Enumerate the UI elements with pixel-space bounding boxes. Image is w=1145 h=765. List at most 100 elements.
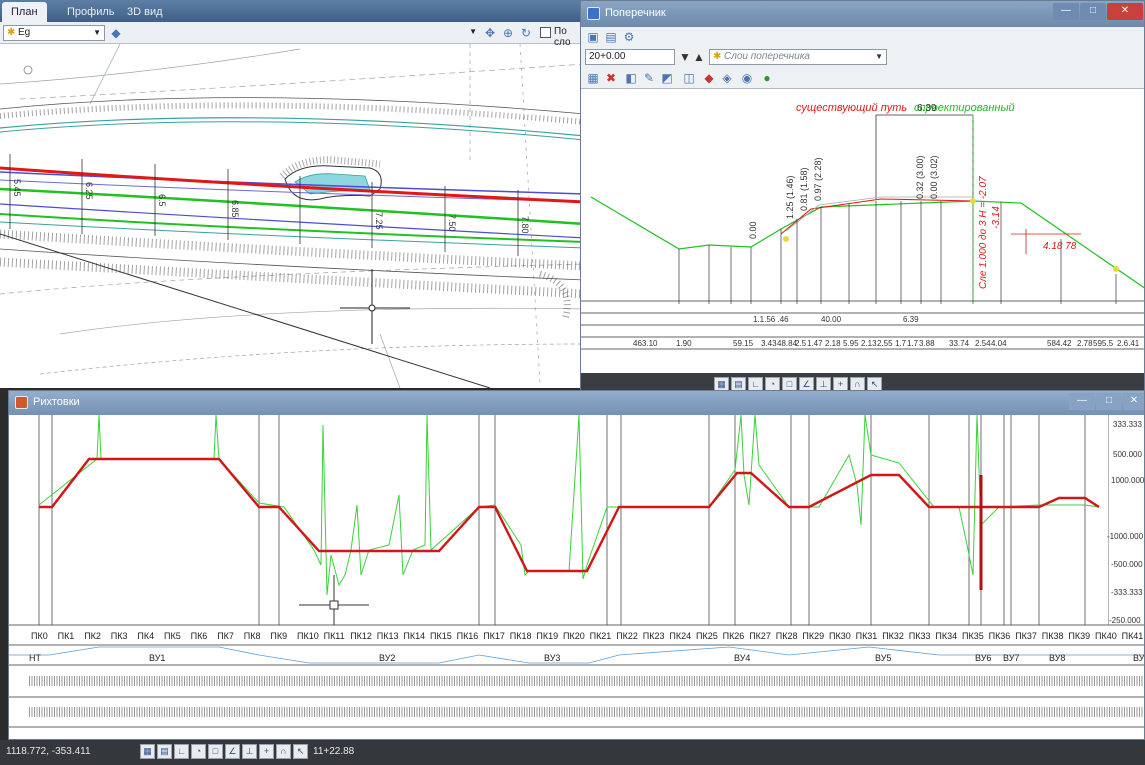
dim-top-label: 6.39: [917, 103, 937, 114]
scale-label: 500.000: [1113, 450, 1142, 459]
curve-label: ВУ4: [734, 653, 750, 663]
grid-icon[interactable]: ▤: [157, 744, 172, 759]
paste-icon[interactable]: ▤: [603, 29, 619, 45]
cross-section-titlebar[interactable]: Поперечник — □ ✕: [581, 1, 1144, 27]
copy-icon[interactable]: ▣: [585, 29, 601, 45]
cross-section-title: Поперечник: [605, 7, 666, 19]
cross-section-window[interactable]: Поперечник — □ ✕ ▣ ▤ ⚙ 20+0.00 ▼ ▲ ✱ Сло…: [580, 0, 1145, 396]
track-icon[interactable]: ⊥: [242, 744, 257, 759]
tool-icon[interactable]: ◆: [701, 70, 717, 86]
plan-window[interactable]: План Профиль 3D вид ✱ Eg ▼ ◆ ▼ ✥ ⊕ ↻ По …: [0, 0, 585, 388]
angle-icon[interactable]: ∠: [225, 744, 240, 759]
pk-label: ПК14: [403, 631, 425, 641]
layer-combo[interactable]: ✱ Eg ▼: [3, 25, 105, 41]
pk-label: ПК38: [1042, 631, 1064, 641]
xs-row1-cell: 6.39: [903, 315, 919, 324]
plus-icon[interactable]: +: [259, 744, 274, 759]
layers-combo[interactable]: ✱ Слои поперечника ▼: [709, 49, 887, 65]
pk-label: ПК21: [590, 631, 612, 641]
chevron-down-icon: ▼: [93, 28, 101, 37]
tool-icon[interactable]: ◉: [739, 70, 755, 86]
picket-label: 7.80: [520, 216, 530, 234]
chevron-down-icon: ▼: [875, 52, 883, 61]
pk-label: ПК25: [696, 631, 718, 641]
edit-icon[interactable]: ✎: [641, 70, 657, 86]
pk-label: ПК18: [510, 631, 532, 641]
curve-label: ВУ8: [1049, 653, 1065, 663]
xs-row2-cell: 2.55: [877, 339, 893, 348]
xs-row1-cell: 40.00: [821, 315, 842, 324]
snap-icon[interactable]: ▦: [140, 744, 155, 759]
tool-icon[interactable]: ●: [759, 70, 775, 86]
picket-label: 7.50: [447, 214, 457, 232]
pan-icon[interactable]: ✥: [482, 25, 498, 41]
refresh-icon[interactable]: ↻: [518, 25, 534, 41]
pk-label: ПК27: [749, 631, 771, 641]
minimize-button[interactable]: —: [1053, 3, 1079, 20]
pk-label: ПК13: [377, 631, 399, 641]
plan-tab-bar: План Профиль 3D вид: [0, 0, 585, 22]
magnet-icon[interactable]: ∩: [276, 744, 291, 759]
zoom-icon[interactable]: ⊕: [500, 25, 516, 41]
maximize-button[interactable]: □: [1080, 3, 1106, 20]
rikhtovki-titlebar[interactable]: Рихтовки — □ ✕: [9, 391, 1144, 415]
rikhtovki-window[interactable]: Рихтовки — □ ✕ 333.333 500.000 1000.000 …: [8, 390, 1145, 740]
station-field[interactable]: 20+0.00: [585, 49, 675, 65]
tool-icon[interactable]: ◩: [659, 70, 675, 86]
pk-label: ПК30: [829, 631, 851, 641]
xs-row2-cell: 584.42: [1047, 339, 1072, 348]
pk-label: ПК31: [856, 631, 878, 641]
maximize-button[interactable]: □: [1096, 393, 1122, 410]
osnap-icon[interactable]: □: [208, 744, 223, 759]
pk-label: ПК16: [457, 631, 479, 641]
close-button[interactable]: ✕: [1107, 3, 1143, 20]
elevation-label: 0.97 (2.28): [813, 157, 823, 201]
crosshair-cursor: [299, 575, 369, 625]
tool-icon[interactable]: ◫: [681, 70, 697, 86]
pk-label: ПК7: [217, 631, 234, 641]
tool-icon[interactable]: ◈: [719, 70, 735, 86]
plan-drawing[interactable]: 5.45 6.25 6.5 6.85 7.25 7.50 7.80: [0, 44, 585, 388]
pk-label: ПК6: [191, 631, 208, 641]
pk-label: ПК11: [324, 631, 345, 641]
layers-combo-placeholder: Слои поперечника: [724, 51, 810, 62]
xs-row2-cell: 5.95: [843, 339, 859, 348]
tool-icon[interactable]: ◧: [623, 70, 639, 86]
layer-properties-icon[interactable]: ◆: [108, 25, 124, 41]
pk-label: ПК36: [989, 631, 1011, 641]
xs-row2-cell: 59.15: [733, 339, 754, 348]
ortho-icon[interactable]: ∟: [174, 744, 189, 759]
scale-label: -250.000: [1109, 616, 1141, 625]
xs-row2-cell: 1.90: [676, 339, 692, 348]
pk-label: ПК19: [536, 631, 558, 641]
tab-3d-view[interactable]: 3D вид: [118, 2, 172, 22]
settings-icon[interactable]: ⚙: [621, 29, 637, 45]
station-readout: 11+22.88: [313, 746, 355, 757]
pk-label: ПК9: [270, 631, 287, 641]
minimize-button[interactable]: —: [1069, 393, 1095, 410]
curve-label: ВУ3: [544, 653, 560, 663]
close-button[interactable]: ✕: [1123, 393, 1144, 410]
main-statusbar: 1118.772, -353.411 ▦ ▤ ∟ ◔ □ ∠ ⊥ + ∩ ↖ 1…: [0, 740, 1145, 765]
polar-icon[interactable]: ◔: [191, 744, 206, 759]
by-layer-checkbox[interactable]: [540, 27, 551, 38]
tab-plan[interactable]: План: [2, 2, 47, 22]
layer-combo-value: Eg: [18, 27, 31, 38]
tool-icon[interactable]: ▦: [585, 70, 601, 86]
pointer-icon[interactable]: ↖: [293, 744, 308, 759]
scale-label: -1000.000: [1107, 532, 1144, 541]
cross-section-toolbar-3: ▦ ✖ ◧ ✎ ◩ ◫ ◆ ◈ ◉ ●: [581, 67, 1144, 89]
elevation-label: 0.00 (3.02): [929, 155, 939, 199]
tab-profile[interactable]: Профиль: [58, 2, 124, 22]
rikhtovki-chart[interactable]: 333.333 500.000 1000.000 -1000.000 -500.…: [9, 415, 1145, 740]
curve-label: ВУ6: [975, 653, 991, 663]
arrow-up-icon[interactable]: ▲: [691, 49, 707, 65]
bulb-icon: ✱: [713, 51, 722, 62]
pk-label: ПК4: [137, 631, 154, 641]
picket-label: 5.45: [12, 179, 22, 197]
pk-label: ПК34: [935, 631, 957, 641]
delete-icon[interactable]: ✖: [603, 70, 619, 86]
pk-label: ПК24: [669, 631, 691, 641]
cross-section-drawing[interactable]: существующий путь спроектированный 6.39 …: [581, 89, 1145, 373]
layer-filter-combo[interactable]: ▼: [300, 25, 480, 41]
